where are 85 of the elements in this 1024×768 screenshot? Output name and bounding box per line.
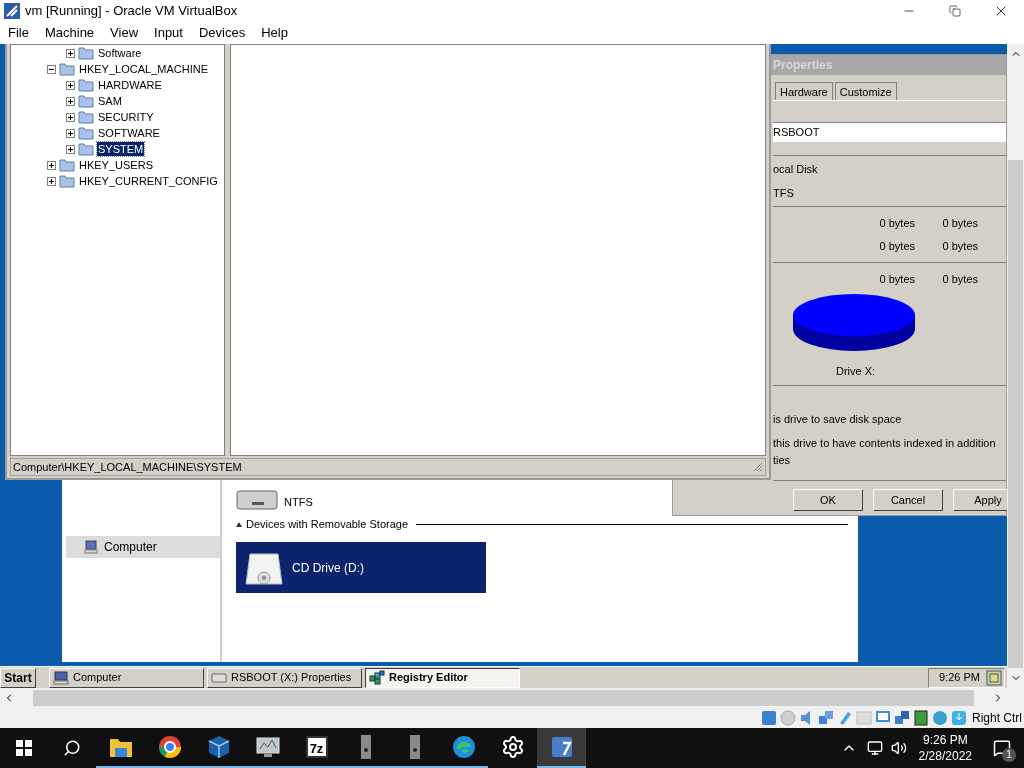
- file-system: NTFS: [284, 494, 313, 510]
- plus-box-icon[interactable]: [66, 128, 75, 138]
- byte-count: 0 bytes: [878, 215, 915, 231]
- menu-item[interactable]: Help: [253, 23, 296, 43]
- horizontal-scrollbar[interactable]: [0, 688, 1024, 708]
- taskbar-clock[interactable]: 9:26 PM 2/28/2022: [910, 732, 980, 764]
- group-heading: Devices with Removable Storage: [246, 516, 409, 532]
- dialog-button[interactable]: Apply: [953, 489, 1007, 511]
- computer-icon: [84, 540, 98, 554]
- plus-box-icon[interactable]: [47, 176, 56, 186]
- tree-item[interactable]: HKEY_LOCAL_MACHINE: [78, 62, 209, 76]
- plus-box-icon[interactable]: [66, 48, 75, 58]
- tree-item[interactable]: SOFTWARE: [97, 126, 161, 140]
- restore-icon: [949, 5, 961, 17]
- tree-item[interactable]: SECURITY: [97, 110, 155, 124]
- plus-box-icon[interactable]: [66, 96, 75, 106]
- taskbar-app[interactable]: [537, 728, 586, 768]
- byte-count: 0 bytes: [941, 239, 978, 254]
- menu-item[interactable]: Input: [146, 23, 191, 43]
- window-seven-icon: [549, 735, 574, 759]
- tree-item[interactable]: HARDWARE: [97, 78, 163, 92]
- host-key: Right Ctrl: [972, 709, 1022, 727]
- usb-stick-icon: [359, 734, 372, 760]
- taskbar-app[interactable]: 7z: [292, 728, 341, 768]
- drive-type: ocal Disk: [773, 161, 819, 177]
- collapse-icon[interactable]: [236, 521, 242, 527]
- tree-item[interactable]: SAM: [97, 94, 123, 108]
- task-button[interactable]: Registry Editor: [365, 667, 520, 688]
- scrollbar-thumb[interactable]: [33, 690, 974, 706]
- clock: 9:26 PM: [939, 670, 980, 686]
- vertical-scrollbar[interactable]: [1007, 44, 1024, 688]
- byte-count: 0 bytes: [878, 239, 915, 254]
- dialog-button[interactable]: Cancel: [873, 489, 943, 511]
- tree-item[interactable]: HKEY_CURRENT_CONFIG: [78, 174, 219, 188]
- plus-box-icon[interactable]: [47, 160, 56, 170]
- minus-box-icon[interactable]: [47, 64, 56, 74]
- plus-box-icon[interactable]: [66, 144, 75, 154]
- window-title: vm [Running] - Oracle VM VirtualBox: [25, 2, 238, 21]
- cube-icon: [206, 735, 231, 759]
- display-icon[interactable]: [986, 669, 1002, 686]
- key-path: Computer\HKEY_LOCAL_MACHINE\SYSTEM: [13, 459, 242, 475]
- speaker-icon[interactable]: [890, 740, 907, 756]
- menu-item[interactable]: View: [102, 23, 147, 43]
- device-tile[interactable]: CD Drive (D:): [236, 542, 486, 593]
- byte-count: 0 bytes: [941, 272, 978, 287]
- tree-item[interactable]: SYSTEM: [97, 142, 145, 156]
- option-text: this drive to have contents indexed in addition: [773, 436, 997, 451]
- option-text: ties: [773, 452, 792, 468]
- task-button[interactable]: Computer: [49, 667, 204, 688]
- network-icon[interactable]: [866, 740, 883, 756]
- usb-stick-icon: [408, 734, 421, 760]
- scrollbar-thumb[interactable]: [1008, 160, 1023, 668]
- search-icon: [63, 739, 81, 757]
- cubes-icon: [369, 669, 385, 686]
- drive-label: Drive X:: [836, 363, 877, 379]
- menu-item[interactable]: Devices: [190, 23, 254, 43]
- logo-tile: 7z: [305, 736, 328, 758]
- settings-icon: [500, 735, 525, 759]
- name-field[interactable]: RSBOOT: [773, 122, 1006, 142]
- byte-count: 0 bytes: [941, 215, 978, 231]
- monitor-icon: [255, 736, 280, 758]
- tab[interactable]: Customize: [834, 82, 897, 100]
- plus-box-icon[interactable]: [66, 80, 75, 90]
- hard-drive-icon: [236, 490, 278, 510]
- nav-item[interactable]: Computer: [66, 536, 220, 558]
- tricolor-circle-icon: [157, 735, 182, 759]
- swirl-icon: [451, 735, 476, 759]
- tab[interactable]: Hardware: [775, 82, 833, 100]
- start-button[interactable]: Start: [0, 667, 36, 688]
- task-button[interactable]: RSBOOT (X:) Properties: [207, 667, 362, 688]
- windows-logo-icon: [16, 740, 32, 756]
- plus-box-icon[interactable]: [66, 112, 75, 122]
- computer-icon: [53, 670, 69, 685]
- option-text: is drive to save disk space: [773, 411, 903, 427]
- dialog-button[interactable]: OK: [793, 489, 863, 511]
- drive-icon: [211, 672, 227, 683]
- notification-count: 1: [1002, 748, 1016, 762]
- resize-grip-icon[interactable]: [753, 462, 763, 472]
- menu-item[interactable]: Machine: [36, 23, 103, 43]
- file-system: TFS: [773, 186, 795, 201]
- menu-item[interactable]: File: [0, 23, 37, 43]
- byte-count: 0 bytes: [878, 272, 915, 287]
- tree-item[interactable]: HKEY_USERS: [78, 158, 154, 172]
- tree-item[interactable]: Software: [97, 46, 143, 60]
- notifications-icon[interactable]: [993, 739, 1011, 757]
